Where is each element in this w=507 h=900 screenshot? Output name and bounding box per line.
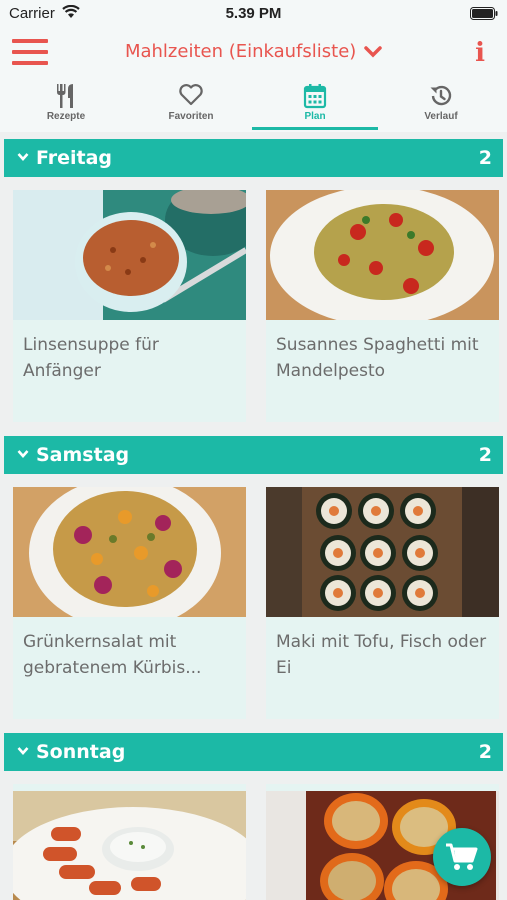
shopping-cart-button[interactable] — [433, 828, 491, 886]
tab-bar: Rezepte Favoriten Plan Verlauf — [0, 78, 507, 132]
active-tab-indicator — [252, 127, 378, 130]
status-bar: Carrier 5.39 PM — [0, 0, 507, 28]
info-icon[interactable]: i — [475, 38, 485, 68]
day-header-sonntag[interactable]: Sonntag 2 — [4, 733, 503, 771]
tab-verlauf[interactable]: Verlauf — [378, 78, 504, 132]
day-recipe-count: 2 — [478, 741, 492, 763]
chevron-down-icon — [17, 450, 29, 458]
tab-favoriten[interactable]: Favoriten — [128, 78, 254, 132]
day-label: Samstag — [36, 444, 130, 466]
tab-label: Favoriten — [168, 111, 214, 122]
lentil-soup-photo — [13, 190, 246, 320]
recipe-card[interactable]: Susannes Spaghetti mit Mandelpesto — [266, 190, 499, 422]
tab-label: Verlauf — [424, 111, 458, 122]
heart-icon — [179, 84, 203, 106]
recipe-card[interactable]: Linsensuppe für Anfänger — [13, 190, 246, 422]
tab-label: Rezepte — [46, 111, 86, 122]
battery-icon — [470, 7, 498, 20]
chevron-down-icon — [17, 153, 29, 161]
tab-label: Plan — [304, 111, 326, 122]
fork-knife-icon — [57, 84, 73, 108]
recipe-card[interactable] — [13, 784, 246, 900]
recipe-title: Grünkernsalat mit gebratenem Kürbis... — [23, 632, 202, 678]
chevron-down-icon — [364, 46, 382, 58]
maki-photo — [266, 487, 499, 617]
day-label: Sonntag — [36, 741, 126, 763]
page-title: Mahlzeiten (Einkaufsliste) — [124, 41, 357, 62]
tab-plan[interactable]: Plan — [252, 78, 378, 132]
top-bar: Mahlzeiten (Einkaufsliste) i — [0, 28, 507, 78]
history-icon — [430, 85, 452, 106]
clock-time: 5.39 PM — [225, 5, 282, 22]
day-recipe-count: 2 — [478, 444, 492, 466]
chevron-down-icon — [17, 747, 29, 755]
recipe-title: Susannes Spaghetti mit Mandelpesto — [276, 335, 479, 381]
day-recipe-count: 2 — [478, 147, 492, 169]
day-header-samstag[interactable]: Samstag 2 — [4, 436, 503, 474]
spelt-salad-photo — [13, 487, 246, 617]
recipe-card[interactable]: Maki mit Tofu, Fisch oder Ei — [266, 487, 499, 719]
day-label: Freitag — [36, 147, 113, 169]
shopping-cart-icon — [446, 843, 478, 870]
dip-plate-photo — [13, 791, 246, 900]
recipe-title: Maki mit Tofu, Fisch oder Ei — [276, 632, 487, 678]
meal-selector-dropdown[interactable]: Mahlzeiten (Einkaufsliste) — [0, 41, 507, 62]
day-header-freitag[interactable]: Freitag 2 — [4, 139, 503, 177]
tab-rezepte[interactable]: Rezepte — [3, 78, 129, 132]
spaghetti-pesto-photo — [266, 190, 499, 320]
recipe-title: Linsensuppe für Anfänger — [23, 335, 159, 381]
calendar-icon — [303, 84, 327, 109]
recipe-card[interactable]: Grünkernsalat mit gebratenem Kürbis... — [13, 487, 246, 719]
